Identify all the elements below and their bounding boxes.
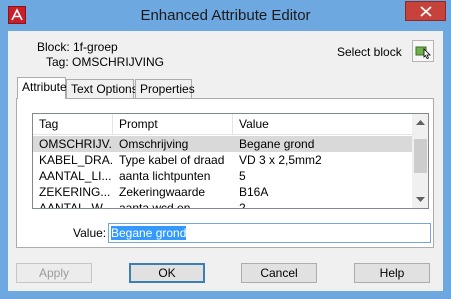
value-input-text: Begane grond [111, 226, 187, 240]
attribute-row[interactable]: AANTAL_W... aanta wcd en ... 2 [33, 200, 412, 209]
dialog-client-area: Block: 1f-groep Tag: OMSCHRIJVING Select… [8, 31, 443, 291]
row-tag: ZEKERING... [39, 185, 111, 199]
ok-button[interactable]: OK [129, 263, 205, 283]
attribute-row[interactable]: AANTAL_LI... aanta lichtpunten 5 [33, 168, 412, 184]
value-label: Value: [73, 226, 107, 240]
select-block-label: Select block [337, 45, 402, 59]
window-title: Enhanced Attribute Editor [140, 7, 311, 24]
cancel-button[interactable]: Cancel [241, 263, 317, 283]
attribute-tab-panel: Tag Prompt Value OMSCHRIJV... Omschrijvi… [16, 98, 434, 248]
select-block-icon [415, 46, 431, 59]
row-value: VD 3 x 2,5mm2 [239, 153, 322, 167]
row-value: Begane grond [239, 137, 315, 151]
attribute-list-scrollbar[interactable] [412, 114, 428, 208]
row-value: B16A [239, 185, 269, 199]
close-icon [420, 6, 432, 17]
column-header-tag[interactable]: Tag [33, 114, 113, 135]
scroll-up-icon[interactable] [416, 119, 425, 125]
tab-text-options[interactable]: Text Options [66, 79, 138, 98]
row-value: 2 [239, 201, 246, 209]
row-prompt: Omschrijving [119, 137, 189, 151]
tag-name-label: Tag: OMSCHRIJVING [46, 55, 165, 69]
tab-attribute[interactable]: Attribute [17, 77, 67, 99]
tab-properties[interactable]: Properties [135, 79, 195, 98]
attribute-row[interactable]: ZEKERING... Zekeringwaarde B16A [33, 184, 412, 200]
row-tag: OMSCHRIJV... [39, 137, 113, 151]
row-tag: AANTAL_LI... [39, 169, 112, 183]
row-prompt: aanta lichtpunten [119, 169, 211, 183]
close-button[interactable] [405, 1, 446, 21]
help-button[interactable]: Help [354, 263, 430, 283]
select-block-button[interactable] [412, 40, 434, 62]
attribute-list[interactable]: Tag Prompt Value OMSCHRIJV... Omschrijvi… [32, 113, 429, 209]
column-header-value[interactable]: Value [233, 114, 412, 135]
value-input[interactable]: Begane grond [108, 223, 431, 243]
row-tag: KABEL_DRA... [39, 153, 113, 167]
attribute-row[interactable]: OMSCHRIJV... Omschrijving Begane grond [33, 136, 412, 152]
attribute-row[interactable]: KABEL_DRA... Type kabel of draad VD 3 x … [33, 152, 412, 168]
apply-button[interactable]: Apply [16, 263, 92, 283]
scrollbar-thumb[interactable] [414, 139, 427, 173]
title-bar[interactable]: Enhanced Attribute Editor [0, 0, 451, 31]
column-header-prompt[interactable]: Prompt [113, 114, 233, 135]
row-prompt: Zekeringwaarde [119, 185, 206, 199]
block-name-label: Block: 1f-groep [37, 40, 118, 54]
scroll-down-icon[interactable] [416, 197, 425, 203]
attribute-list-header: Tag Prompt Value [33, 114, 412, 135]
row-prompt: Type kabel of draad [119, 153, 225, 167]
row-tag: AANTAL_W... [39, 201, 113, 209]
row-prompt: aanta wcd en ... [119, 201, 204, 209]
dialog-window: Enhanced Attribute Editor Block: 1f-groe… [0, 0, 451, 299]
row-value: 5 [239, 169, 246, 183]
